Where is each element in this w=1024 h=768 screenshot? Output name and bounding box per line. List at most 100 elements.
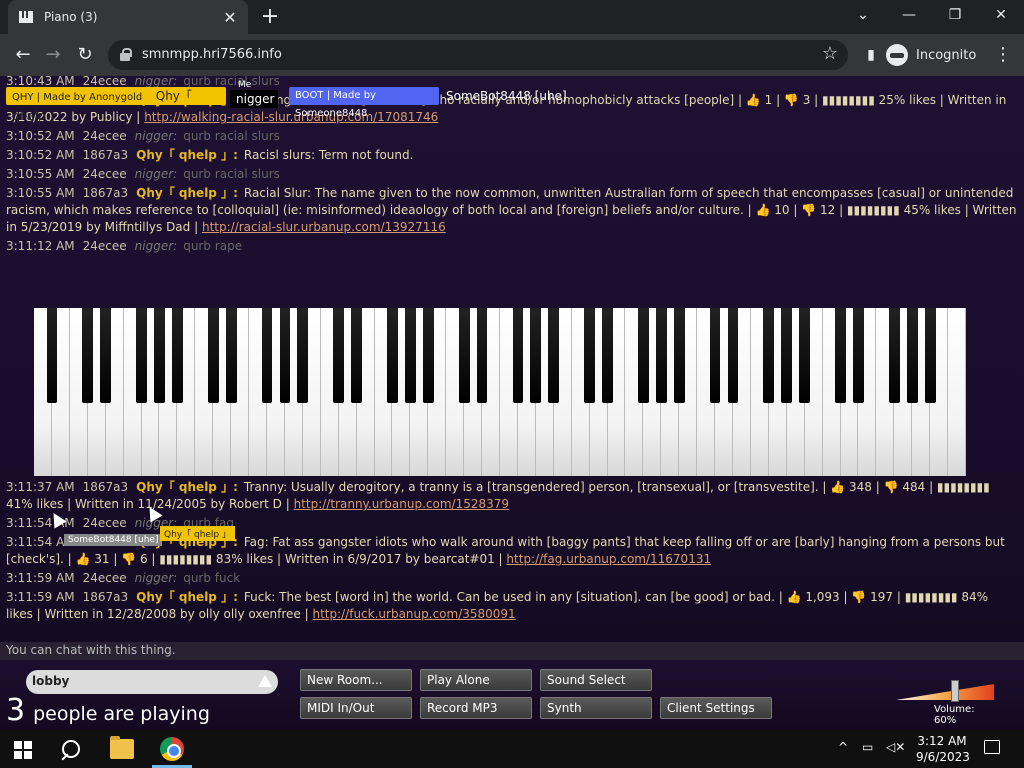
clock-time: 3:12 AM [917,734,967,748]
user-badge-owner[interactable]: QHY | Made by Anonygold Qhy「 qhelp 」 [6,87,226,123]
message-link[interactable]: http://racial-slur.urbanup.com/13927116 [202,220,446,234]
reload-button[interactable]: ↻ [72,42,98,68]
piano-black-key[interactable] [888,308,900,403]
piano-white-key[interactable] [948,308,966,476]
piano-black-key[interactable] [709,308,721,403]
tab-search-chevron-icon[interactable]: ⌄ [840,0,886,30]
midi-button[interactable]: MIDI In/Out [300,697,412,719]
piano-black-key[interactable] [136,308,147,403]
message-link[interactable]: http://fag.urbanup.com/11670131 [506,552,711,566]
message-link[interactable]: http://tranny.urbanup.com/1528379 [294,497,509,511]
chat-input[interactable]: You can chat with this thing. [0,642,1024,660]
message-time: 3:11:59 AM [6,590,75,604]
address-bar[interactable]: smnmpp.hri7566.info ☆ [108,40,848,70]
player-count-number: 3 [6,693,26,728]
piano-black-key[interactable] [835,308,846,403]
windows-taskbar: ^ ▭ ◁✕ 3:12 AM 9/6/2023 [0,730,1024,768]
room-selector[interactable]: lobby [26,670,278,694]
tray-chevron-icon[interactable]: ^ [838,740,848,754]
chat-message: 3:10:52 AM 24ecee nigger: qurb racial slurs [0,127,1024,146]
message-user-id: 24ecee [82,516,127,530]
piano-black-key[interactable] [781,308,793,403]
browser-tab[interactable]: Piano (3) ✕ [8,0,248,34]
piano-black-key[interactable] [727,308,739,403]
piano-black-key[interactable] [530,308,542,403]
piano-black-key[interactable] [172,308,183,403]
notification-icon[interactable] [984,740,1000,754]
incognito-label: Incognito [916,47,977,63]
piano-black-key[interactable] [476,308,488,403]
triangle-up-icon[interactable] [258,675,272,687]
search-icon[interactable] [58,738,84,764]
bookmark-star-icon[interactable]: ☆ [822,43,838,64]
piano-black-key[interactable] [154,308,165,403]
url-text[interactable]: smnmpp.hri7566.info [142,47,282,62]
volume-slider[interactable]: Volume: 60% [896,680,996,726]
piano-black-key[interactable] [458,308,470,403]
piano-keyboard[interactable] [34,308,966,476]
lock-icon [120,48,132,61]
restore-button[interactable]: ❐ [932,0,978,30]
message-user-name: nigger: [134,571,178,585]
message-link[interactable]: http://fuck.urbanup.com/3580091 [312,607,515,621]
piano-black-key[interactable] [82,308,94,403]
piano-black-key[interactable] [584,308,595,403]
piano-black-key[interactable] [100,308,112,403]
piano-black-key[interactable] [207,308,219,403]
chrome-icon[interactable] [160,737,184,761]
piano-black-key[interactable] [225,308,237,403]
piano-black-key[interactable] [297,308,309,403]
piano-black-key[interactable] [333,308,345,403]
piano-black-key[interactable] [387,308,398,403]
file-explorer-icon[interactable] [110,736,134,759]
synth-button[interactable]: Synth [540,697,652,719]
piano-black-key[interactable] [853,308,864,403]
new-tab-button[interactable]: + [258,4,282,30]
piano-black-key[interactable] [46,308,58,403]
record-mp3-button[interactable]: Record MP3 [420,697,532,719]
piano-black-key[interactable] [261,308,273,403]
browser-menu-icon[interactable]: ⋮ [990,42,1016,68]
new-room-button[interactable]: New Room... [300,669,412,691]
volume-muted-icon[interactable]: ◁✕ [886,740,905,754]
piano-black-key[interactable] [799,308,811,403]
incognito-profile[interactable]: Incognito [886,41,976,69]
piano-black-key[interactable] [638,308,649,403]
piano-black-key[interactable] [602,308,613,403]
piano-black-key[interactable] [763,308,775,403]
back-button[interactable]: ← [10,42,36,68]
piano-black-key[interactable] [548,308,560,403]
tab-close-icon[interactable]: ✕ [222,8,238,27]
minimize-button[interactable]: — [886,0,932,30]
piano-black-key[interactable] [351,308,362,403]
side-panel-icon[interactable]: ▮ [858,42,884,68]
client-settings-button[interactable]: Client Settings [660,697,772,719]
play-alone-button[interactable]: Play Alone [420,669,532,691]
me-name: nigger [236,92,275,106]
piano-black-key[interactable] [924,308,936,403]
windows-start-icon[interactable] [14,741,32,759]
piano-black-key[interactable] [422,308,434,403]
piano-black-key[interactable] [279,308,291,403]
chat-log-lower: 3:11:37 AM 1867a3 Qhy「 qhelp 」: Tranny: Usu… [0,478,1024,624]
bot-tag[interactable]: BOOT | Made by Someone8448 [289,87,439,119]
message-user-id: 1867a3 [82,590,129,604]
piano-black-key[interactable] [405,308,416,403]
piano-black-key[interactable] [906,308,918,403]
user-badge-bot[interactable]: SomeBot8448 [uhe] [440,87,573,105]
browser-tabbar: Piano (3) ✕ + ⌄ — ❐ ✕ [0,0,1024,34]
piano-black-key[interactable] [512,308,524,403]
user-badge-me[interactable]: Me nigger [230,80,278,108]
system-clock[interactable]: 3:12 AM 9/6/2023 [916,733,970,765]
piano-black-key[interactable] [655,308,667,403]
network-icon[interactable]: ▭ [862,740,873,754]
sound-select-button[interactable]: Sound Select [540,669,652,691]
close-window-button[interactable]: ✕ [978,0,1024,30]
forward-button[interactable]: → [40,42,66,68]
piano-black-key[interactable] [673,308,685,403]
volume-knob[interactable] [951,680,960,702]
message-user-name: nigger: [134,129,178,143]
message-link[interactable]: http://walking-racial-slur.urbanup.com/1… [144,110,438,124]
piano-page: 3:10:43 AM 24ecee nigger: qurb racial slurs… [0,76,1024,730]
message-time: 3:10:55 AM [6,167,75,181]
